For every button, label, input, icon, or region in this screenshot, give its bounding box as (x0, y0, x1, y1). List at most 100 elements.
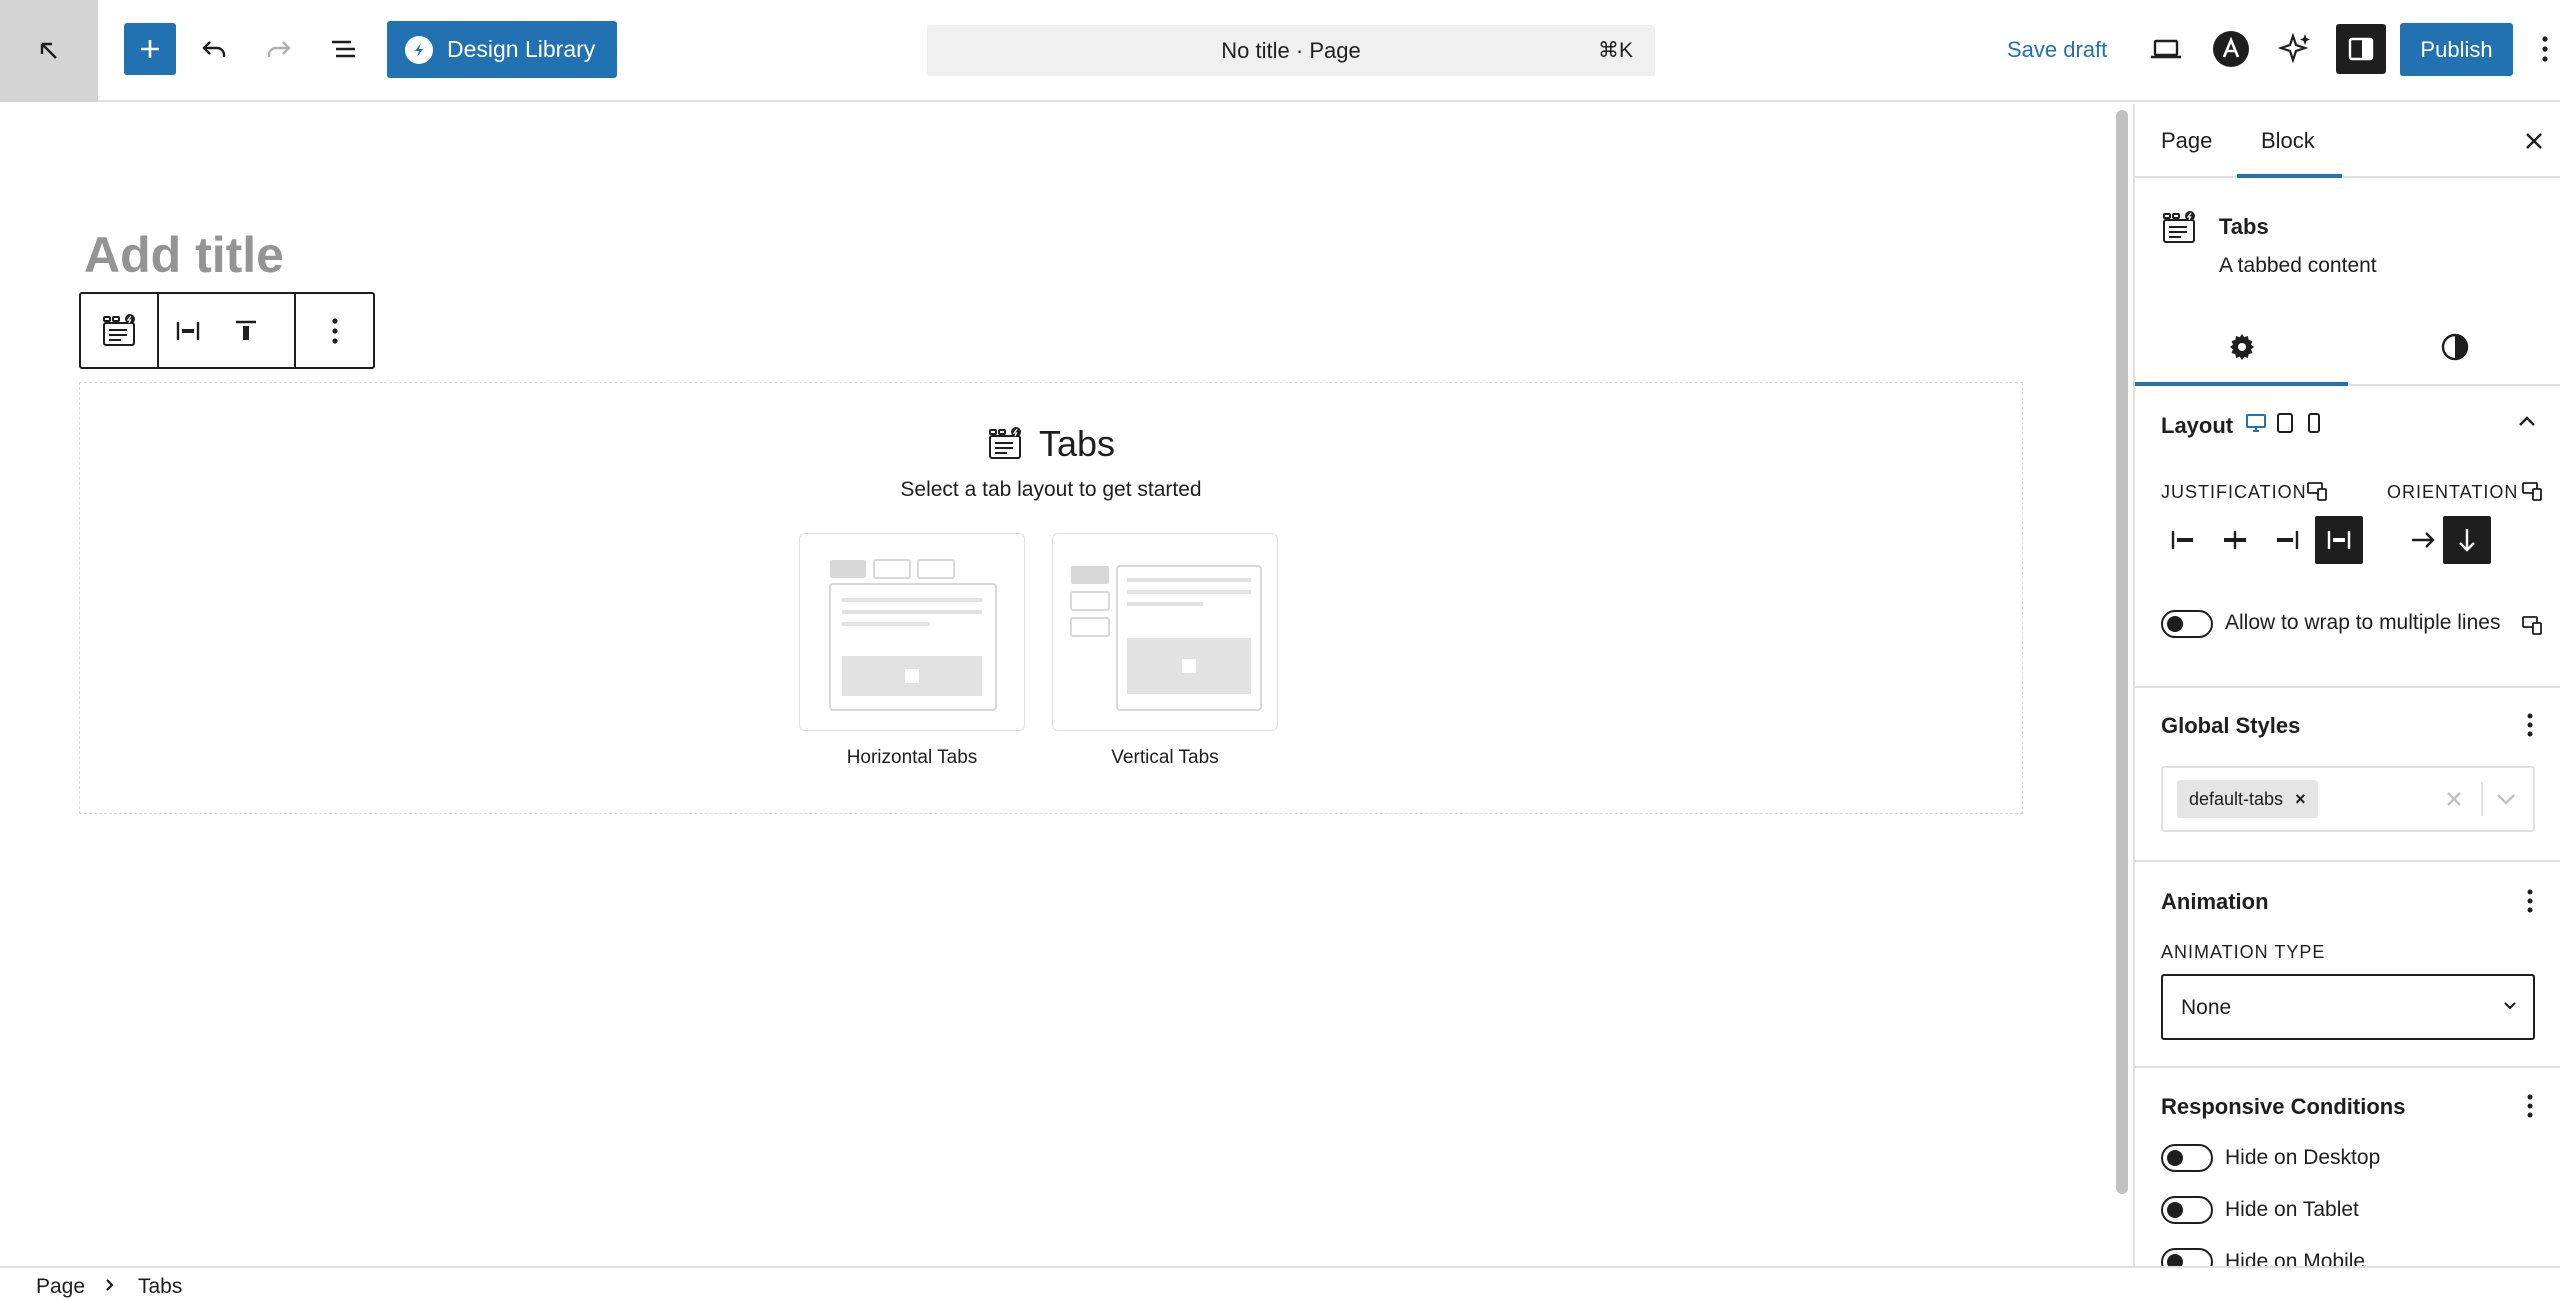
justify-stretch-button[interactable] (2315, 516, 2363, 564)
design-library-button[interactable]: Design Library (387, 21, 617, 78)
block-card-description: A tabbed content (2219, 254, 2377, 277)
tabs-block-icon (2161, 210, 2197, 246)
placeholder-instructions: Select a tab layout to get started (900, 478, 1202, 501)
orientation-horizontal-button[interactable] (2399, 516, 2447, 564)
responsive-options-button[interactable] (2515, 1091, 2545, 1121)
hide-on-tablet-label: Hide on Tablet (2225, 1198, 2359, 1221)
justify-stretch-icon (2327, 531, 2351, 549)
chevron-up-icon[interactable] (2517, 414, 2537, 428)
tab-page[interactable]: Page (2161, 128, 2212, 154)
responsive-toggle-icon[interactable] (2521, 480, 2543, 502)
global-styles-title[interactable]: Global Styles (2161, 713, 2300, 739)
document-title: No title · Page (1221, 38, 1361, 63)
redo-button[interactable] (255, 25, 303, 73)
global-styles-options-button[interactable] (2515, 710, 2545, 740)
arrow-right-icon (2412, 532, 2435, 548)
editor-header: Design Library No title · Page ⌘K Save d… (0, 0, 2560, 102)
undo-icon (202, 41, 226, 57)
mobile-icon[interactable] (2307, 412, 2321, 434)
kebab-icon (331, 317, 338, 344)
document-overview-button[interactable] (320, 25, 368, 73)
hide-on-mobile-label: Hide on Mobile (2225, 1250, 2366, 1266)
justify-right-icon (2277, 531, 2299, 549)
horizontal-tabs-option[interactable] (799, 533, 1025, 731)
wrap-toggle-label: Allow to wrap to multiple lines (2225, 611, 2501, 634)
orientation-vertical-button[interactable] (2443, 516, 2491, 564)
animation-options-button[interactable] (2515, 886, 2545, 916)
arrow-down-icon (2459, 529, 2475, 552)
tabs-block-icon (103, 313, 135, 346)
responsive-conditions-title[interactable]: Responsive Conditions (2161, 1094, 2405, 1120)
astra-logo-icon (2213, 31, 2249, 67)
justify-center-button[interactable] (2211, 516, 2259, 564)
options-menu-button[interactable] (2530, 25, 2560, 73)
horizontal-tabs-preview (829, 559, 997, 711)
justify-stretch-icon (176, 321, 200, 340)
astra-settings-button[interactable] (2207, 25, 2255, 73)
justify-center-icon (2224, 531, 2246, 549)
hide-on-tablet-toggle[interactable] (2161, 1196, 2213, 1224)
canvas-scrollbar[interactable] (2113, 104, 2131, 1266)
breadcrumb-page[interactable]: Page (36, 1275, 85, 1299)
animation-title[interactable]: Animation (2161, 889, 2269, 915)
justify-right-button[interactable] (2263, 516, 2311, 564)
settings-sidebar: Page Block Tabs A tabbed content Layout (2133, 104, 2560, 1266)
desktop-icon[interactable] (2245, 412, 2267, 434)
plus-icon (141, 40, 159, 58)
animation-type-select[interactable]: None (2161, 974, 2535, 1040)
stackable-logo-icon (405, 35, 433, 64)
sidebar-icon (2348, 37, 2374, 61)
hide-on-mobile-toggle[interactable] (2161, 1248, 2213, 1266)
redo-icon (267, 41, 291, 57)
responsive-toggle-icon[interactable] (2306, 480, 2328, 502)
block-options-button[interactable] (296, 294, 373, 367)
undo-button[interactable] (190, 25, 238, 73)
list-view-icon (332, 40, 355, 58)
ai-assistant-button[interactable] (2272, 25, 2320, 73)
placeholder-title: Tabs (80, 423, 2022, 465)
tab-settings[interactable] (2135, 310, 2348, 384)
settings-sidebar-toggle[interactable] (2336, 24, 2386, 74)
publish-button[interactable]: Publish (2400, 23, 2513, 76)
kebab-icon (2527, 1094, 2533, 1118)
block-inserter-button[interactable] (124, 23, 176, 75)
chevron-down-icon (2501, 998, 2519, 1012)
tab-block[interactable]: Block (2261, 128, 2315, 154)
justify-stretch-button[interactable] (159, 294, 217, 367)
breadcrumb-tabs[interactable]: Tabs (138, 1275, 182, 1299)
close-sidebar-button[interactable] (2519, 126, 2549, 156)
responsive-conditions-panel: Responsive Conditions Hide on Desktop Hi… (2135, 1068, 2560, 1266)
tabs-block-placeholder: Tabs Select a tab layout to get started … (79, 382, 2023, 814)
layout-panel-title[interactable]: Layout (2161, 413, 2233, 439)
clear-selection-icon[interactable] (2443, 788, 2465, 810)
command-palette-bar[interactable]: No title · Page ⌘K (927, 25, 1655, 76)
placeholder-title-text: Tabs (1038, 423, 1116, 464)
wrap-toggle[interactable] (2161, 610, 2213, 638)
style-chip: default-tabs × (2177, 780, 2318, 818)
remove-chip-icon[interactable]: × (2295, 789, 2306, 810)
post-title-input[interactable]: Add title (84, 226, 284, 284)
hide-on-desktop-toggle[interactable] (2161, 1144, 2213, 1172)
scrollbar-thumb[interactable] (2116, 110, 2128, 1194)
vertical-tabs-option[interactable] (1052, 533, 1278, 731)
close-icon (2526, 133, 2542, 149)
justify-left-button[interactable] (2159, 516, 2207, 564)
animation-type-label: ANIMATION TYPE (2161, 942, 2326, 962)
layout-panel: Layout JUSTIFICATION ORIENTATION Allow t… (2135, 388, 2560, 688)
active-tab-indicator (2237, 174, 2342, 178)
half-circle-contrast-icon (2441, 333, 2468, 361)
animation-panel: Animation ANIMATION TYPE None (2135, 862, 2560, 1068)
vertical-tabs-preview (1070, 565, 1262, 711)
save-draft-button[interactable]: Save draft (2007, 37, 2107, 63)
tablet-icon[interactable] (2276, 412, 2294, 434)
back-button[interactable] (0, 0, 98, 102)
responsive-toggle-icon[interactable] (2521, 614, 2543, 636)
animation-type-value: None (2181, 996, 2232, 1019)
kebab-icon (2527, 889, 2533, 913)
chevron-down-icon[interactable] (2495, 792, 2517, 806)
tab-styles[interactable] (2348, 310, 2560, 384)
block-type-switcher[interactable] (81, 294, 159, 367)
align-top-button[interactable] (217, 294, 275, 367)
preview-button[interactable] (2142, 25, 2190, 73)
global-style-select[interactable]: default-tabs × (2161, 766, 2535, 832)
